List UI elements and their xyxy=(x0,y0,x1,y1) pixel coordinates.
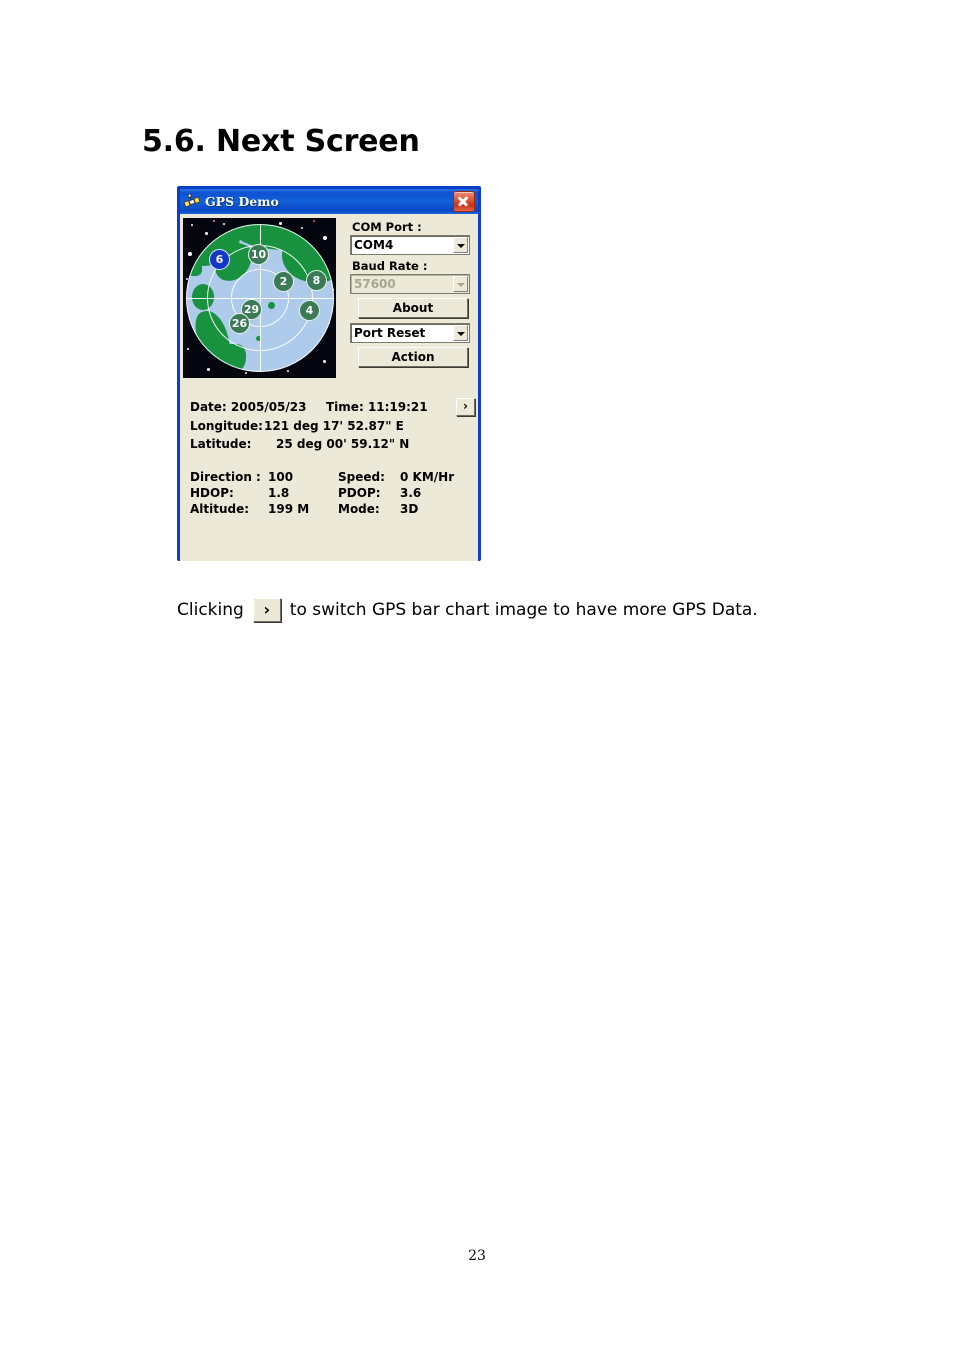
next-screen-button[interactable]: › xyxy=(456,398,475,416)
latitude-value: 25 deg 00' 59.12" N xyxy=(276,437,410,451)
chevron-down-icon[interactable] xyxy=(453,237,468,253)
port-action-select[interactable]: Port Reset xyxy=(350,323,470,343)
stats-row: Direction : 100 Speed: 0 KM/Hr xyxy=(190,470,472,486)
pdop-label: PDOP: xyxy=(338,486,381,500)
port-action-value: Port Reset xyxy=(354,326,426,340)
altitude-value: 199 M xyxy=(268,502,310,516)
chevron-down-icon[interactable] xyxy=(453,325,468,341)
mode-label: Mode: xyxy=(338,502,380,516)
stats-row: Altitude: 199 M Mode: 3D xyxy=(190,502,472,518)
satellite-marker[interactable]: 8 xyxy=(306,270,327,291)
direction-value: 100 xyxy=(268,470,294,484)
altitude-label: Altitude: xyxy=(190,502,250,516)
longitude-value: 121 deg 17' 52.87" E xyxy=(264,419,404,433)
time-value: 11:19:21 xyxy=(367,400,428,414)
time-field: Time: 11:19:21 xyxy=(326,400,428,414)
page-title: 5.6. Next Screen xyxy=(142,124,420,159)
action-button[interactable]: Action xyxy=(358,347,468,367)
window-body: 6 10 2 8 29 26 4 COM Port : COM4 Baud Ra… xyxy=(180,214,478,561)
stats-row: HDOP: 1.8 PDOP: 3.6 xyxy=(190,486,472,502)
window-title: GPS Demo xyxy=(205,194,279,209)
baud-rate-value: 57600 xyxy=(354,277,396,291)
satellite-marker[interactable]: 26 xyxy=(229,313,250,334)
date-field: Date: 2005/05/23 xyxy=(190,400,306,414)
date-time-row: Date: 2005/05/23 Time: 11:19:21 › xyxy=(190,398,475,418)
gps-satellite-radar[interactable]: 6 10 2 8 29 26 4 xyxy=(183,218,336,378)
com-port-label: COM Port : xyxy=(352,220,422,234)
satellite-marker[interactable]: 10 xyxy=(248,244,269,265)
latitude-label: Latitude: xyxy=(190,437,252,451)
caption-text-before: Clicking xyxy=(177,600,244,620)
com-port-value: COM4 xyxy=(354,238,394,252)
direction-label: Direction : xyxy=(190,470,261,484)
date-value: 2005/05/23 xyxy=(230,400,307,414)
gps-stats: Direction : 100 Speed: 0 KM/Hr HDOP: 1.8… xyxy=(190,470,472,518)
gps-demo-window: GPS Demo 6 10 2 8 29 26 4 COM Port: COM… xyxy=(177,186,481,561)
next-screen-button-illustration: › xyxy=(252,598,281,622)
page-number: 23 xyxy=(468,1248,486,1264)
com-port-select[interactable]: COM4 xyxy=(350,235,470,255)
satellite-marker[interactable]: 6 xyxy=(209,249,230,270)
satellite-marker[interactable]: 2 xyxy=(273,271,294,292)
satellite-marker[interactable]: 4 xyxy=(299,300,320,321)
window-titlebar: GPS Demo xyxy=(180,189,478,214)
control-panel: COM Port : COM4 Baud Rate : 57600 About … xyxy=(350,220,470,372)
caption-text-after: to switch GPS bar chart image to have mo… xyxy=(289,600,758,620)
gps-readout: Date: 2005/05/23 Time: 11:19:21 › Longit… xyxy=(190,398,475,454)
figure-caption: Clicking › to switch GPS bar chart image… xyxy=(177,598,758,622)
mode-value: 3D xyxy=(400,502,419,516)
hdop-value: 1.8 xyxy=(268,486,290,500)
time-label: Time: xyxy=(326,400,364,414)
baud-rate-select: 57600 xyxy=(350,274,470,294)
chevron-down-icon xyxy=(453,276,468,292)
speed-value: 0 KM/Hr xyxy=(400,470,455,484)
baud-rate-label: Baud Rate : xyxy=(352,259,428,273)
about-button[interactable]: About xyxy=(358,298,468,318)
pdop-value: 3.6 xyxy=(400,486,422,500)
speed-label: Speed: xyxy=(338,470,385,484)
longitude-row: Longitude: 121 deg 17' 52.87" E xyxy=(190,418,472,436)
latitude-row: Latitude: 25 deg 00' 59.12" N xyxy=(190,436,472,454)
close-icon[interactable] xyxy=(453,191,475,212)
longitude-label: Longitude: xyxy=(190,419,263,433)
satellite-icon xyxy=(183,193,201,211)
hdop-label: HDOP: xyxy=(190,486,234,500)
date-label: Date: xyxy=(190,400,227,414)
